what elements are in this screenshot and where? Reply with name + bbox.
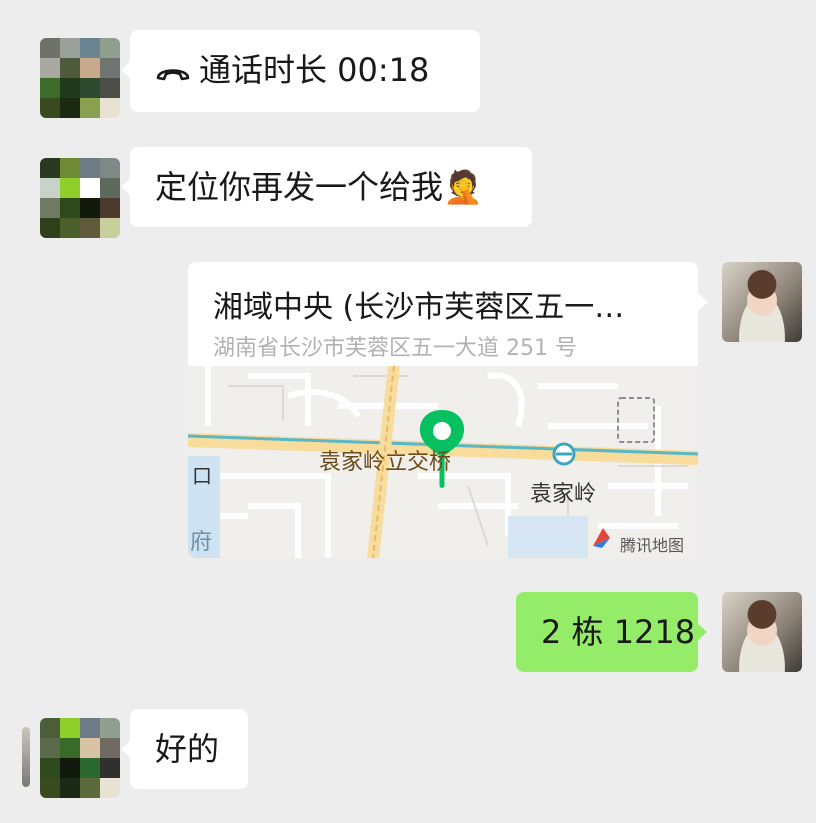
map-place-label: 袁家岭 <box>530 482 597 507</box>
map-place-label: 口 <box>192 464 212 488</box>
map-place-label: 袁家岭立交桥 <box>319 450 452 475</box>
message-bubble-incoming[interactable]: 定位你再发一个给我🤦 <box>121 147 532 227</box>
message-text: 定位你再发一个给我🤦 <box>155 168 483 206</box>
call-duration-bubble[interactable]: 通话时长 00:18 <box>121 30 480 112</box>
contact-avatar[interactable] <box>40 158 120 238</box>
message-text: 好的 <box>155 730 220 768</box>
map-place-label: 府 <box>190 530 213 555</box>
location-card[interactable]: 湘域中央 (长沙市芙蓉区五一… 湖南省长沙市芙蓉区五一大道 251 号 袁家岭立… <box>188 262 698 558</box>
location-title: 湘域中央 (长沙市芙蓉区五一… <box>213 290 625 325</box>
location-address: 湖南省长沙市芙蓉区五一大道 251 号 <box>213 336 577 361</box>
map-provider-label: 腾讯地图 <box>620 536 685 555</box>
message-text: 2 栋 1218 <box>541 613 696 651</box>
call-duration-text: 通话时长 00:18 <box>199 51 430 89</box>
contact-avatar[interactable] <box>40 38 120 118</box>
phone-hangup-icon <box>155 32 199 112</box>
peeking-avatar-edge <box>22 727 30 787</box>
location-card-tail <box>698 293 708 311</box>
self-avatar[interactable] <box>722 262 802 342</box>
message-bubble-incoming[interactable]: 好的 <box>121 709 248 789</box>
self-avatar[interactable] <box>722 592 802 672</box>
contact-avatar[interactable] <box>40 718 120 798</box>
message-bubble-outgoing[interactable]: 2 栋 1218 <box>516 592 707 672</box>
location-map[interactable]: 袁家岭立交桥 袁家岭 府 口 腾讯地图 <box>188 366 698 558</box>
